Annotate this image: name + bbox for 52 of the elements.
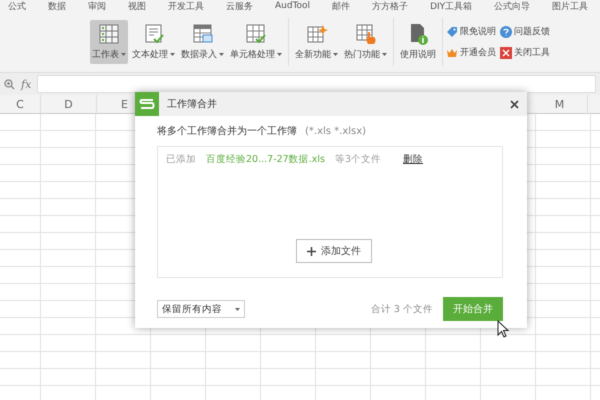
ribbon-button[interactable]: 工作表 [90, 20, 128, 64]
ribbon-button[interactable]: 单元格处理 [228, 20, 284, 64]
menu-tab[interactable]: 图片工具 [552, 0, 588, 12]
menu-tab[interactable]: 邮件 [332, 0, 350, 12]
document-check-icon [142, 23, 164, 45]
ribbon-button[interactable]: 使用说明 [398, 20, 438, 64]
add-file-button[interactable]: 添加文件 [296, 239, 372, 263]
zoom-icon[interactable] [4, 78, 15, 90]
menu-tab[interactable]: AudTool [275, 1, 310, 11]
ribbon-small-button[interactable]: 问题反馈 [500, 25, 550, 38]
grid-hand-icon [354, 23, 376, 45]
crown-icon [446, 46, 458, 58]
ribbon-button[interactable]: 热门功能 [342, 20, 389, 64]
menu-tab[interactable]: 公式向导 [494, 0, 530, 12]
column-header[interactable]: C [0, 95, 41, 113]
total-count: 合计 3 个文件 [370, 302, 433, 316]
mode-dropdown[interactable]: 保留所有内容 [157, 300, 245, 318]
formula-input[interactable] [37, 75, 596, 93]
ribbon-small-button[interactable]: 限免说明 [446, 25, 496, 38]
help-icon [500, 26, 512, 38]
grid-check-icon [245, 23, 267, 45]
grid-icon [98, 23, 120, 45]
file-name: 百度经验20...7-27数据.xls [206, 153, 325, 166]
column-header[interactable]: D [41, 95, 97, 113]
instruction-text: 将多个工作簿合并为一个工作簿 [157, 124, 297, 138]
function-label[interactable]: fx [21, 78, 32, 90]
ribbon-button[interactable]: 数据录入 [179, 20, 226, 64]
ribbon-button[interactable]: 文本处理 [130, 20, 177, 64]
ribbon-button[interactable]: 全新功能 [293, 20, 340, 64]
menu-tab[interactable]: 公式 [8, 0, 26, 12]
column-header[interactable]: M [532, 95, 588, 113]
menu-tab[interactable]: 视图 [128, 0, 146, 12]
caret-icon [235, 308, 240, 310]
menu-tab[interactable]: 审阅 [88, 0, 106, 12]
plus-icon [307, 246, 316, 256]
ribbon-small-button[interactable]: 开通会员 [446, 46, 496, 59]
dialog-title: 工作簿合并 [167, 98, 218, 111]
menu-tab[interactable]: 开发工具 [168, 0, 204, 12]
menu-tab[interactable]: DIY工具箱 [430, 0, 472, 12]
tag-icon [446, 26, 458, 38]
menu-tab[interactable]: 数据 [48, 0, 66, 12]
close-icon [500, 46, 512, 58]
file-status: 已添加 [166, 153, 196, 166]
grid-sparkle-icon [306, 23, 328, 45]
close-icon [510, 100, 519, 108]
file-count: 等3个文件 [334, 153, 381, 166]
menu-tab[interactable]: 方方格子 [372, 0, 408, 12]
delete-link[interactable]: 删除 [403, 153, 423, 166]
ribbon-small-button[interactable]: 关闭工具 [500, 46, 550, 59]
menu-tab[interactable]: 云服务 [226, 0, 253, 12]
format-hint: (*.xls *.xlsx) [305, 126, 366, 136]
table-icon [192, 23, 214, 45]
